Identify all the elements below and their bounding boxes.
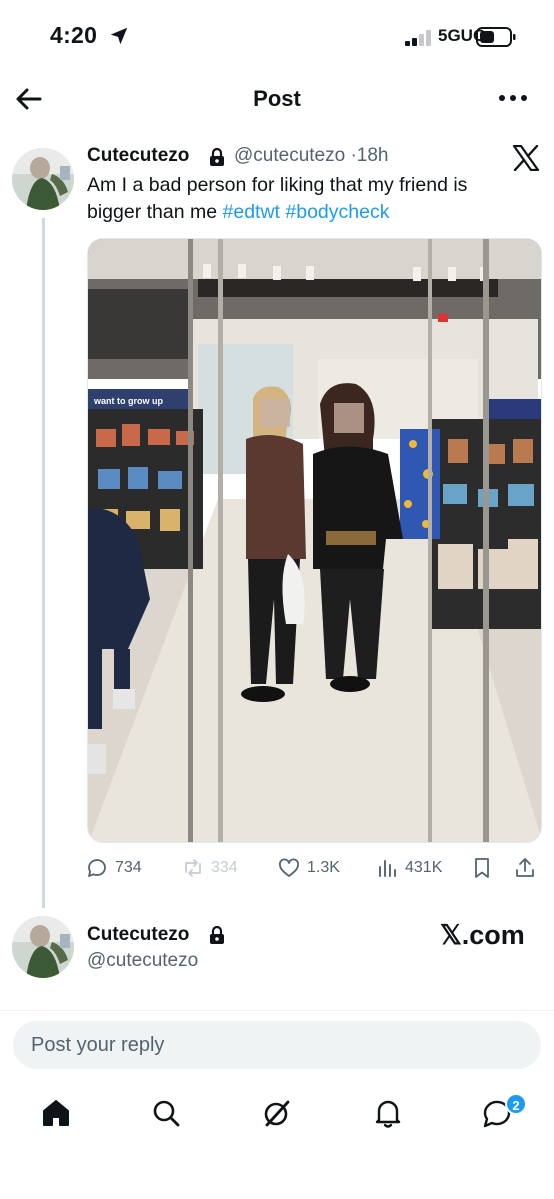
grok-icon xyxy=(264,1100,290,1127)
x-logo-icon[interactable] xyxy=(512,145,540,171)
divider xyxy=(0,1010,554,1011)
bell-icon xyxy=(375,1100,401,1128)
share-icon xyxy=(516,858,534,877)
more-options-icon[interactable] xyxy=(498,90,528,106)
reply-input[interactable]: Post your reply xyxy=(13,1021,541,1069)
profile-handle[interactable]: @cutecutezo xyxy=(87,950,198,972)
x-com-brand[interactable]: 𝕏.com xyxy=(440,920,525,951)
reply-count: 734 xyxy=(115,859,142,876)
tweet-photo[interactable]: want to grow up xyxy=(87,238,542,843)
tab-notifications[interactable] xyxy=(370,1095,406,1131)
home-icon xyxy=(43,1100,69,1126)
post-time: 18h xyxy=(356,145,389,166)
tab-home[interactable] xyxy=(38,1095,74,1131)
battery-icon xyxy=(476,27,516,47)
tweet-actions: 734 334 1.3K 431K xyxy=(85,852,545,884)
cellular-signal-icon xyxy=(405,30,431,46)
top-nav: Post xyxy=(0,72,554,126)
thread-connector-line xyxy=(42,218,45,908)
lock-icon xyxy=(210,925,224,944)
views-chart-icon xyxy=(379,860,396,877)
photo-scene: want to grow up xyxy=(88,239,541,842)
status-time: 4:20 xyxy=(50,22,98,48)
share-button[interactable] xyxy=(513,852,543,884)
repost-count: 334 xyxy=(211,859,238,876)
search-icon xyxy=(153,1100,180,1127)
hashtag-edtwt[interactable]: #edtwt xyxy=(223,201,280,223)
handle-text: @cutecutezo xyxy=(234,145,346,166)
page-title: Post xyxy=(253,86,301,111)
tweet-text: Am I a bad person for liking that my fri… xyxy=(87,172,527,226)
view-count: 431K xyxy=(405,859,443,876)
store-sign: want to grow up xyxy=(93,396,163,406)
author-name[interactable]: Cutecutezo xyxy=(87,145,189,167)
reply-button[interactable]: 734 xyxy=(85,852,142,884)
location-arrow-icon xyxy=(110,27,128,45)
tab-grok[interactable] xyxy=(259,1095,295,1131)
messages-badge: 2 xyxy=(505,1093,527,1115)
lock-icon xyxy=(210,147,224,166)
author-handle[interactable]: @cutecutezo ·18h xyxy=(234,145,389,167)
hashtag-bodycheck[interactable]: #bodycheck xyxy=(285,201,389,223)
views-button[interactable]: 431K xyxy=(375,852,442,884)
repost-icon xyxy=(185,859,201,877)
profile-name[interactable]: Cutecutezo xyxy=(87,924,189,946)
status-bar: 4:20 5GUC xyxy=(0,0,554,70)
like-count: 1.3K xyxy=(307,859,340,876)
author-avatar[interactable] xyxy=(12,148,74,210)
bookmark-button[interactable] xyxy=(470,852,500,884)
like-button[interactable]: 1.3K xyxy=(277,852,340,884)
reply-placeholder: Post your reply xyxy=(31,1034,165,1056)
profile-avatar[interactable] xyxy=(12,916,74,978)
bookmark-icon xyxy=(475,858,489,878)
bottom-tab-bar xyxy=(0,1085,554,1145)
heart-icon xyxy=(279,858,299,877)
repost-button[interactable]: 334 xyxy=(181,852,238,884)
reply-icon xyxy=(88,859,106,877)
tab-search[interactable] xyxy=(148,1095,184,1131)
